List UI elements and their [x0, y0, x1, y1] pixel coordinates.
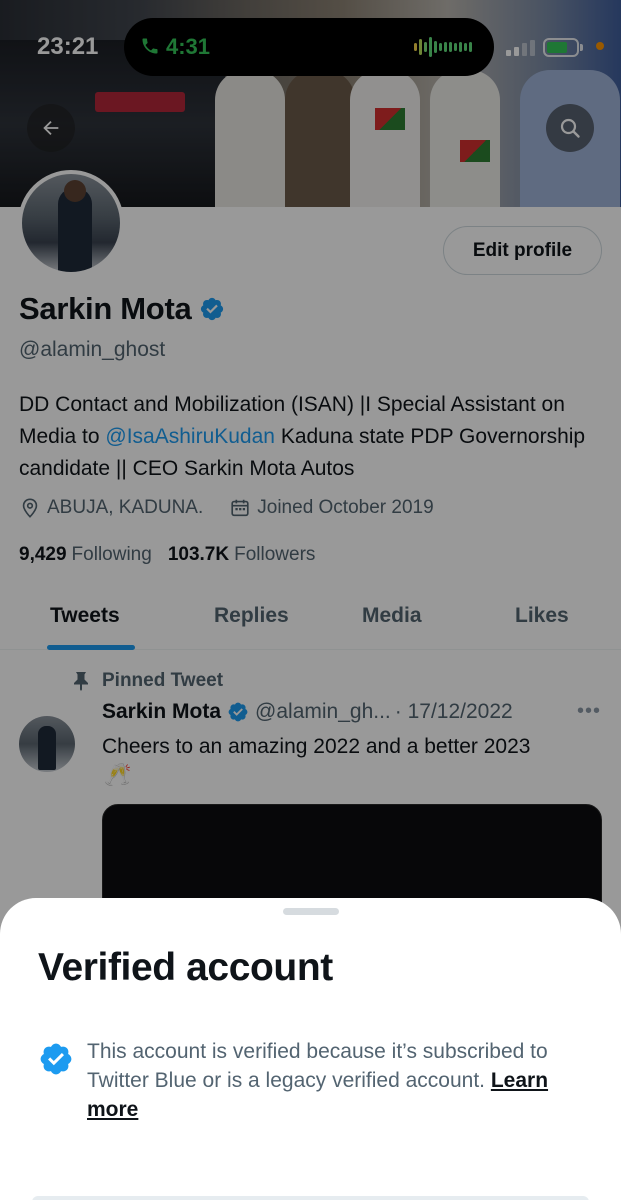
verified-account-sheet: Verified account This account is verifie…	[0, 898, 621, 1200]
verified-badge-icon	[40, 1043, 72, 1075]
sheet-grabber[interactable]	[283, 908, 339, 915]
sheet-description: This account is verified because it’s su…	[87, 1037, 587, 1124]
sheet-button-edge[interactable]	[32, 1196, 589, 1200]
sheet-title: Verified account	[38, 946, 333, 989]
sheet-description-text: This account is verified because it’s su…	[87, 1040, 548, 1092]
